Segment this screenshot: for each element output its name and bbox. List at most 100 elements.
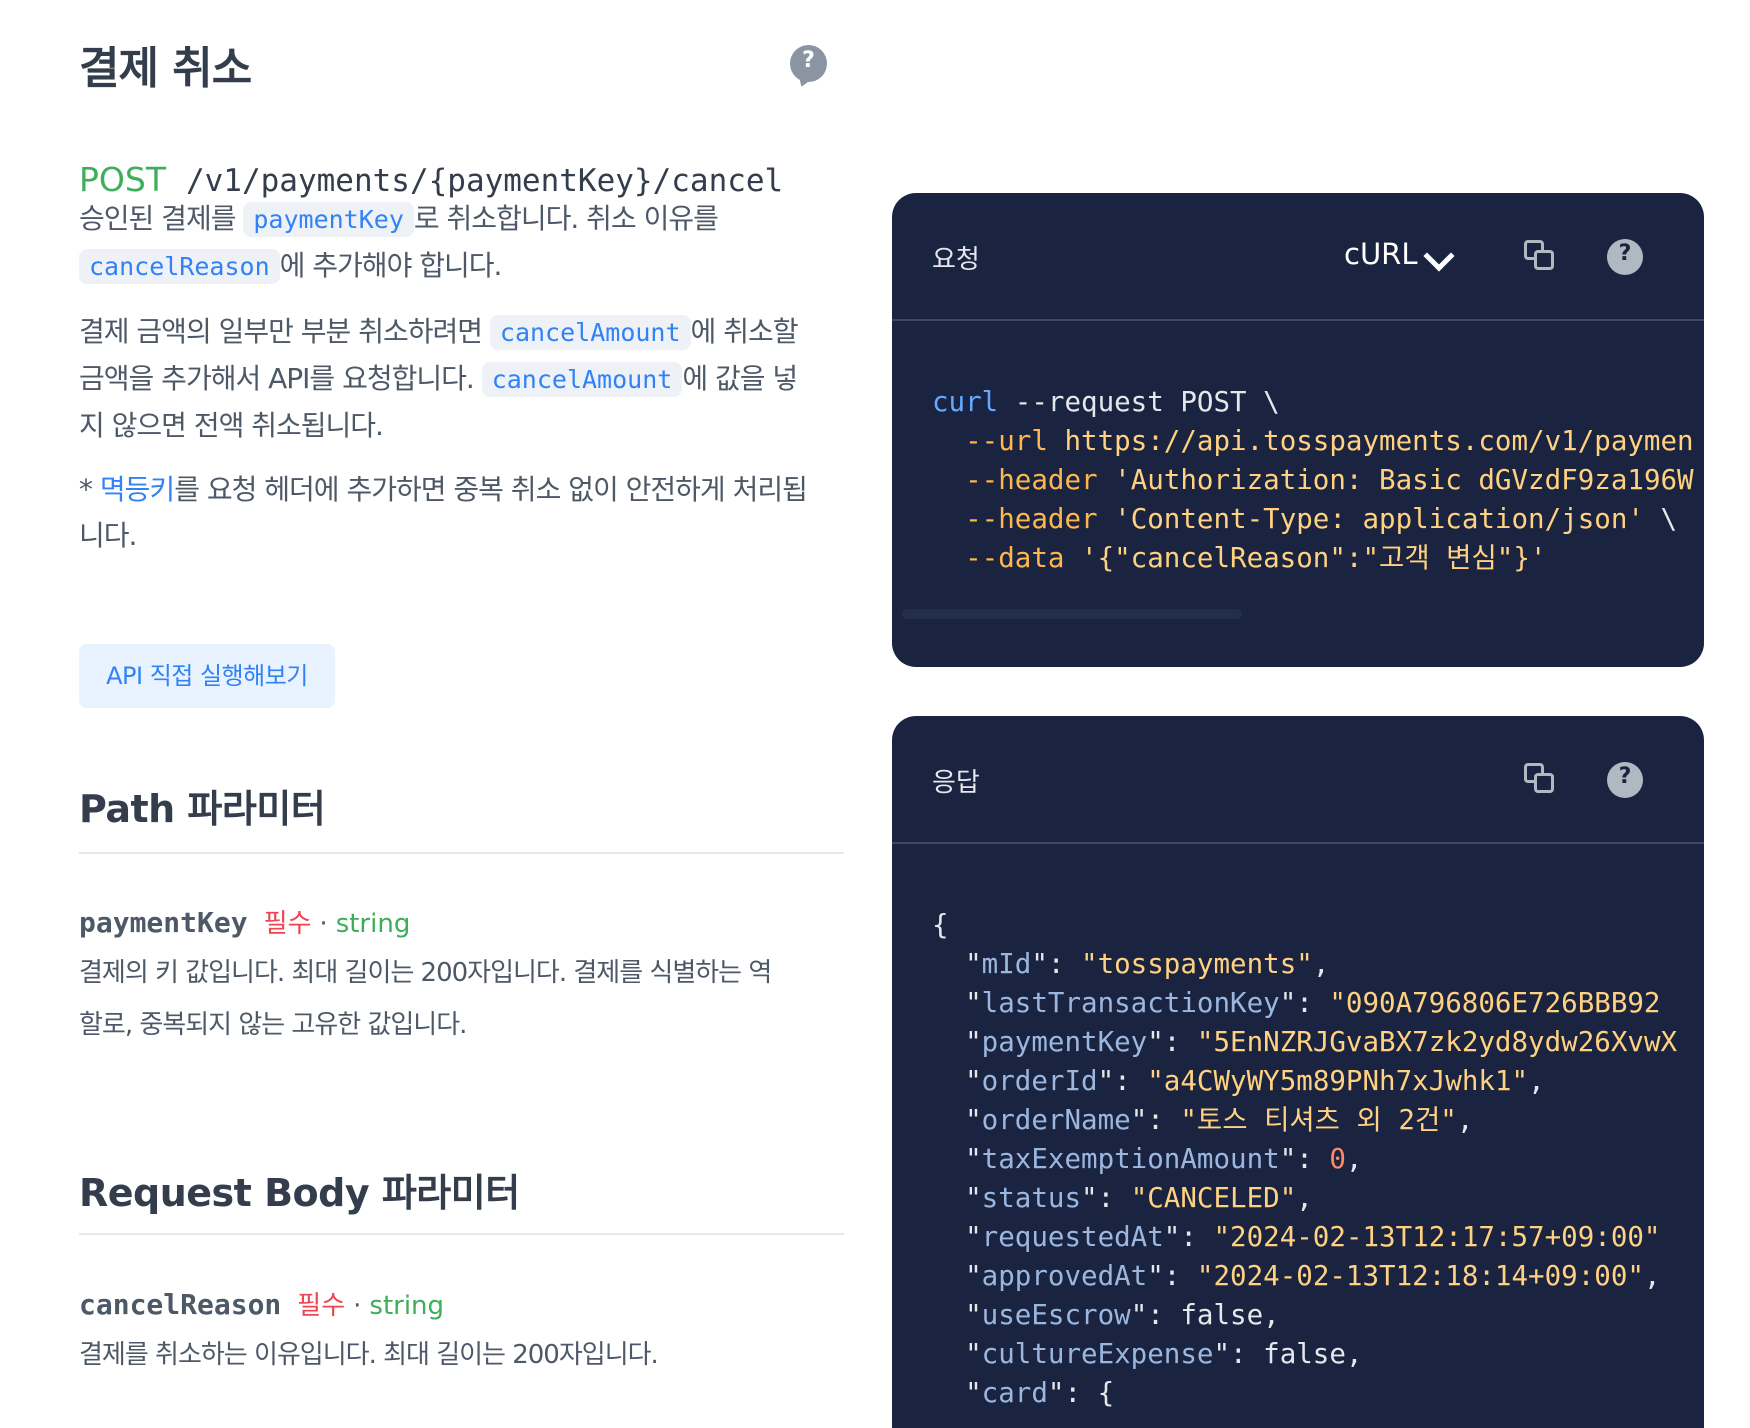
path-params-heading: Path 파라미터 (79, 787, 326, 831)
code-punctuation: ": (1279, 987, 1330, 1019)
code-punctuation: ": (1081, 1182, 1131, 1214)
text: 승인된 결제를 (79, 202, 244, 235)
divider (79, 1233, 844, 1235)
code-flag: --data (932, 542, 1065, 574)
request-panel-header: 요청 cURL (892, 193, 1704, 321)
help-icon[interactable] (1607, 762, 1643, 798)
code-flag: --header (932, 503, 1098, 535)
code-punctuation: " (932, 1221, 982, 1253)
code-punctuation: ": (1047, 1377, 1098, 1409)
json-value: "토스 티셔츠 외 2건" (1180, 1104, 1457, 1136)
text: * (79, 473, 100, 506)
code-punctuation: " (932, 1299, 982, 1331)
code-line: "useEscrow": false, (932, 1296, 1677, 1335)
http-method: POST (79, 160, 166, 199)
code-line: "card": { (932, 1374, 1677, 1413)
code-line: curl --request POST \ (932, 383, 1694, 422)
json-key: cultureExpense (981, 1338, 1214, 1370)
required-badge: 필수 (297, 1291, 346, 1321)
code-string: https://api.tosspayments.com/v1/paymen (1047, 425, 1694, 457)
json-key: useEscrow (981, 1299, 1131, 1331)
request-panel-title: 요청 (932, 245, 980, 275)
code-text: --request POST \ (998, 386, 1280, 418)
json-value: "2024-02-13T12:17:57+09:00" (1213, 1221, 1661, 1253)
json-key: card (981, 1377, 1048, 1409)
response-panel-header: 응답 (892, 716, 1704, 844)
code-command: curl (932, 386, 999, 418)
idempotency-key-link[interactable]: 멱등키 (100, 473, 175, 506)
chevron-down-icon[interactable] (1423, 240, 1455, 272)
copy-icon[interactable] (1524, 240, 1558, 274)
code-punctuation: , (1456, 1104, 1474, 1136)
code-punctuation: ": (1279, 1143, 1330, 1175)
code-text: \ (1643, 503, 1678, 535)
code-punctuation: " (932, 948, 982, 980)
response-panel-title: 응답 (932, 768, 980, 798)
code-line: "mId": "tosspayments", (932, 945, 1677, 984)
code-punctuation: , (1296, 1182, 1313, 1214)
response-panel: 응답 { "mId": "tosspayments", "lastTransac… (892, 716, 1704, 1428)
code-line: "taxExemptionAmount": 0, (932, 1140, 1677, 1179)
endpoint-path: /v1/payments/{paymentKey}/cancel (185, 163, 784, 199)
inline-code-paymentkey: paymentKey (243, 202, 414, 237)
code-punctuation: " (932, 1104, 982, 1136)
separator: · (353, 1291, 362, 1321)
code-punctuation: " (932, 1143, 982, 1175)
json-key: paymentKey (981, 1026, 1148, 1058)
language-select[interactable]: cURL (1344, 237, 1417, 271)
code-line: --url https://api.tosspayments.com/v1/pa… (932, 422, 1694, 461)
code-punctuation: " (932, 987, 982, 1019)
text: 에 추가해야 합니다. (279, 249, 503, 282)
code-punctuation: , (1263, 1299, 1280, 1331)
idempotency-note: * 멱등키를 요청 헤더에 추가하면 중복 취소 없이 안전하게 처리됩니다. (79, 467, 809, 559)
text: 로 취소합니다. 취소 이유를 (413, 202, 719, 235)
code-punctuation: " (932, 1377, 982, 1409)
body-params-heading: Request Body 파라미터 (79, 1171, 520, 1215)
code-line: "cultureExpense": false, (932, 1335, 1677, 1374)
copy-icon[interactable] (1524, 763, 1558, 797)
param-description: 결제를 취소하는 이유입니다. 최대 길이는 200자입니다. (79, 1340, 659, 1370)
try-api-button[interactable]: API 직접 실행해보기 (79, 644, 335, 708)
code-line: "approvedAt": "2024-02-13T12:18:14+09:00… (932, 1257, 1677, 1296)
response-code: { "mId": "tosspayments", "lastTransactio… (932, 906, 1677, 1413)
help-icon[interactable] (1607, 239, 1643, 275)
param-cancelreason: cancelReason 필수 · string (79, 1285, 444, 1322)
code-string: 'Content-Type: application/json' (1097, 503, 1644, 535)
code-line: "requestedAt": "2024-02-13T12:17:57+09:0… (932, 1218, 1677, 1257)
help-icon[interactable] (790, 45, 827, 89)
param-name: cancelReason (79, 1288, 282, 1321)
json-value: "090A796806E726BBB92 (1329, 987, 1661, 1019)
endpoint: POST/v1/payments/{paymentKey}/cancel (79, 160, 783, 199)
code-line: "status": "CANCELED", (932, 1179, 1677, 1218)
code-punctuation: " (932, 1026, 982, 1058)
inline-code-cancelamount: cancelAmount (481, 362, 683, 397)
code-punctuation: , (1345, 1143, 1363, 1175)
json-key: approvedAt (981, 1260, 1148, 1292)
json-key: mId (981, 948, 1032, 980)
param-type: string (369, 1291, 445, 1321)
code-line: { (932, 906, 1677, 945)
json-key: status (981, 1182, 1082, 1214)
code-punctuation: , (1345, 1338, 1363, 1370)
json-key: orderId (981, 1065, 1098, 1097)
code-punctuation: ": (1130, 1299, 1181, 1331)
text: 를 요청 헤더에 추가하면 중복 취소 없이 안전하게 처리됩니다. (79, 473, 808, 552)
json-value: { (1097, 1377, 1115, 1409)
code-line: "lastTransactionKey": "090A796806E726BBB… (932, 984, 1677, 1023)
code-punctuation: { (932, 909, 949, 941)
json-value: "a4CWyWY5m89PNh7xJwhk1" (1147, 1065, 1529, 1097)
horizontal-scrollbar[interactable] (902, 609, 1242, 619)
json-value: false (1180, 1299, 1264, 1331)
code-line: "orderId": "a4CWyWY5m89PNh7xJwhk1", (932, 1062, 1677, 1101)
json-value: "5EnNZRJGvaBX7zk2yd8ydw26XvwX (1196, 1026, 1678, 1058)
json-key: lastTransactionKey (981, 987, 1280, 1019)
code-line: --header 'Authorization: Basic dGVzdF9za… (932, 461, 1694, 500)
param-type: string (335, 909, 411, 939)
param-paymentkey: paymentKey 필수 · string (79, 903, 410, 940)
code-string: 'Authorization: Basic dGVzdF9za196W (1097, 464, 1694, 496)
param-description: 결제의 키 값입니다. 최대 길이는 200자입니다. 결제를 식별하는 역할로… (79, 958, 772, 1040)
code-punctuation: ": (1097, 1065, 1148, 1097)
inline-code-cancelreason: cancelReason (79, 249, 280, 284)
json-value: "2024-02-13T12:18:14+09:00" (1196, 1260, 1644, 1292)
code-punctuation: ": (1163, 1221, 1214, 1253)
